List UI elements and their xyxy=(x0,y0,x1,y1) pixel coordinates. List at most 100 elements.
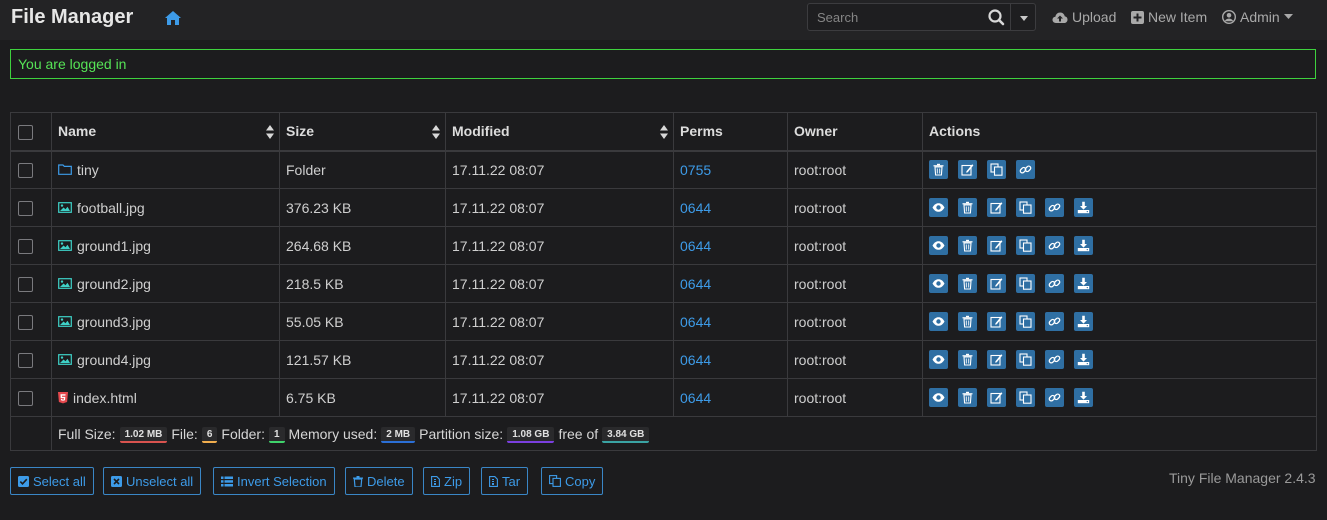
file-perms-cell: 0644 xyxy=(673,188,788,227)
row-checkbox[interactable] xyxy=(18,238,33,254)
row-checkbox[interactable] xyxy=(18,390,33,406)
rename-action-button[interactable] xyxy=(987,274,1006,293)
image-icon xyxy=(58,240,72,251)
rename-action-button[interactable] xyxy=(987,312,1006,331)
link-action-button[interactable] xyxy=(1045,236,1064,255)
delete-action-button[interactable] xyxy=(958,388,977,407)
delete-action-button[interactable] xyxy=(958,274,977,293)
link-action-button[interactable] xyxy=(1045,388,1064,407)
tar-label: Tar xyxy=(502,473,521,489)
file-owner: root:root xyxy=(787,150,923,189)
invert-selection-button[interactable]: Invert Selection xyxy=(213,467,335,495)
search-options-dropdown[interactable] xyxy=(1010,3,1036,31)
delete-action-button[interactable] xyxy=(958,312,977,331)
delete-action-button[interactable] xyxy=(958,198,977,217)
link-action-button[interactable] xyxy=(1016,160,1035,180)
file-perms-link[interactable]: 0644 xyxy=(680,238,711,254)
download-action-button[interactable] xyxy=(1074,388,1093,407)
rename-action-button[interactable] xyxy=(987,198,1006,217)
search-icon[interactable] xyxy=(985,7,1007,27)
select-all-button[interactable]: Select all xyxy=(10,467,94,495)
new-item-link[interactable]: New Item xyxy=(1131,9,1207,25)
copy-action-button[interactable] xyxy=(1016,312,1035,331)
header-name[interactable]: Name xyxy=(51,112,280,152)
view-action-button[interactable] xyxy=(929,198,948,217)
copy-action-button[interactable] xyxy=(1016,388,1035,407)
file-perms-cell: 0644 xyxy=(673,264,788,303)
app-title[interactable]: File Manager xyxy=(11,6,133,29)
rename-action-button[interactable] xyxy=(987,236,1006,255)
copy-action-button[interactable] xyxy=(1016,350,1035,369)
file-perms-link[interactable]: 0644 xyxy=(680,276,711,292)
memory-badge: 2 MB xyxy=(381,427,416,443)
file-perms-link[interactable]: 0644 xyxy=(680,314,711,330)
download-action-button[interactable] xyxy=(1074,198,1093,217)
link-action-button[interactable] xyxy=(1045,312,1064,331)
link-action-button[interactable] xyxy=(1045,274,1064,293)
rename-action-button[interactable] xyxy=(987,388,1006,407)
file-name-link[interactable]: index.html xyxy=(73,390,137,406)
select-all-checkbox[interactable] xyxy=(18,124,33,140)
delete-action-button[interactable] xyxy=(958,350,977,369)
file-perms-link[interactable]: 0644 xyxy=(680,200,711,216)
download-icon xyxy=(1077,315,1090,328)
search-input[interactable] xyxy=(807,3,1011,31)
copy-action-button[interactable] xyxy=(1016,198,1035,217)
delete-action-button[interactable] xyxy=(958,236,977,255)
rename-action-button[interactable] xyxy=(987,350,1006,369)
file-name-link[interactable]: ground1.jpg xyxy=(77,238,151,254)
row-checkbox[interactable] xyxy=(18,314,33,330)
copy-icon xyxy=(990,163,1003,176)
file-archive-icon xyxy=(489,475,498,487)
copy-action-button[interactable] xyxy=(1016,274,1035,293)
view-action-button[interactable] xyxy=(929,388,948,407)
file-name-cell: ground2.jpg xyxy=(51,264,280,303)
download-action-button[interactable] xyxy=(1074,312,1093,331)
unselect-all-button[interactable]: Unselect all xyxy=(103,467,202,495)
row-checkbox[interactable] xyxy=(18,200,33,216)
copy-button[interactable]: Copy xyxy=(541,467,604,495)
user-menu[interactable]: Admin xyxy=(1222,9,1293,25)
trash-icon xyxy=(962,315,973,328)
row-checkbox[interactable] xyxy=(18,163,33,179)
upload-link[interactable]: Upload xyxy=(1052,9,1116,25)
eye-icon xyxy=(932,203,945,212)
file-name-link[interactable]: football.jpg xyxy=(77,200,145,216)
download-action-button[interactable] xyxy=(1074,350,1093,369)
select-all-checkbox-cell xyxy=(10,112,52,152)
view-action-button[interactable] xyxy=(929,274,948,293)
rename-action-button[interactable] xyxy=(958,160,977,180)
tar-button[interactable]: Tar xyxy=(481,467,529,495)
file-name-link[interactable]: ground4.jpg xyxy=(77,352,151,368)
link-action-button[interactable] xyxy=(1045,350,1064,369)
file-name-link[interactable]: ground2.jpg xyxy=(77,276,151,292)
download-action-button[interactable] xyxy=(1074,236,1093,255)
file-perms-link[interactable]: 0644 xyxy=(680,352,711,368)
delete-label: Delete xyxy=(367,473,405,489)
copy-action-button[interactable] xyxy=(1016,236,1035,255)
table-footer-row: Full Size: 1.02 MB File: 6 Folder: 1 Mem… xyxy=(10,416,1317,451)
download-action-button[interactable] xyxy=(1074,274,1093,293)
file-name-link[interactable]: tiny xyxy=(77,162,99,178)
copy-action-button[interactable] xyxy=(987,160,1006,180)
view-action-button[interactable] xyxy=(929,312,948,331)
file-name-link[interactable]: ground3.jpg xyxy=(77,314,151,330)
trash-icon xyxy=(962,277,973,290)
file-perms-link[interactable]: 0644 xyxy=(680,390,711,406)
link-icon xyxy=(1019,165,1032,174)
image-icon xyxy=(58,278,72,289)
row-checkbox[interactable] xyxy=(18,352,33,368)
delete-action-button[interactable] xyxy=(929,160,948,180)
link-action-button[interactable] xyxy=(1045,198,1064,217)
header-modified[interactable]: Modified xyxy=(445,112,674,152)
view-action-button[interactable] xyxy=(929,236,948,255)
delete-button[interactable]: Delete xyxy=(345,467,413,495)
zip-button[interactable]: Zip xyxy=(423,467,471,495)
row-checkbox[interactable] xyxy=(18,276,33,292)
home-icon[interactable] xyxy=(164,10,182,26)
view-action-button[interactable] xyxy=(929,350,948,369)
file-perms-link[interactable]: 0755 xyxy=(680,162,711,178)
header-size[interactable]: Size xyxy=(279,112,446,152)
link-icon xyxy=(1048,279,1061,288)
eye-icon xyxy=(932,317,945,326)
